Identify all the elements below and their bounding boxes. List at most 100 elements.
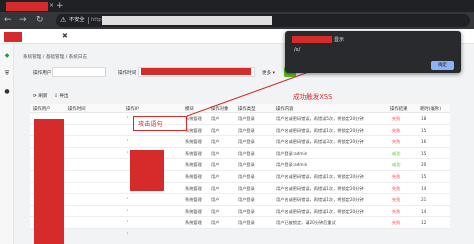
- cell-duration: 14: [421, 185, 427, 191]
- table-row[interactable]: 系统管理 用户 用户登录 用户名或密码错误，再错误1次，将锁定20分钟 失败 15: [30, 124, 450, 137]
- cell-module: 系统管理: [185, 139, 202, 145]
- refresh-button[interactable]: ⟳ 刷新: [33, 93, 48, 99]
- forward-icon[interactable]: →: [19, 14, 27, 27]
- col-content[interactable]: 操作内容: [276, 106, 294, 112]
- cell-type: 用户登录: [238, 174, 255, 179]
- cell-content: 用户登录:admin: [276, 162, 308, 168]
- ip-cell: ': [127, 140, 129, 145]
- tab-close-icon[interactable]: ×: [49, 1, 54, 11]
- table-row[interactable]: 系统管理 用户 用户登录 用户名或密码错误，再错误1次，将锁定20分钟 失败 15: [30, 171, 450, 183]
- cell-content: 用户名或密码错误，再错误1次，将锁定20分钟: [276, 197, 364, 203]
- reload-icon[interactable]: ↻: [36, 14, 44, 27]
- cell-object: 用户: [211, 116, 220, 121]
- operator-input[interactable]: [52, 67, 106, 77]
- cell-object: 用户: [211, 174, 220, 179]
- cell-content: 用户名或密码错误，再错误5次，将锁定20分钟: [276, 116, 364, 121]
- xss-callout-label: 成功触发XSS: [293, 93, 333, 101]
- export-icon: ⇩: [54, 94, 58, 99]
- collapse-menu-icon[interactable]: ✖: [62, 30, 68, 42]
- redacted-tab-title[interactable]: [6, 2, 48, 11]
- shield-icon[interactable]: ⛨: [3, 70, 11, 78]
- table-row[interactable]: 系统管理 用户 用户登录 用户登录:admin 成功 20: [30, 159, 450, 171]
- cell-duration: 18: [421, 116, 427, 121]
- col-object[interactable]: 操作对象: [211, 106, 229, 112]
- cell-object: 用户: [211, 208, 220, 214]
- cell-object: 用户: [211, 220, 220, 226]
- redacted-ip-block: [130, 150, 164, 191]
- cell-object: 用户: [211, 162, 220, 168]
- cell-result: 失败: [392, 116, 401, 121]
- cell-result: 失败: [392, 208, 401, 214]
- cell-object: 用户: [211, 139, 220, 145]
- col-result[interactable]: 操作结果: [390, 106, 408, 112]
- col-time[interactable]: 操作时间: [68, 106, 86, 112]
- more-filters-button[interactable]: 更多 ▾: [262, 70, 275, 76]
- cell-result: 失败: [392, 197, 401, 203]
- cell-type: 用户登录: [238, 150, 255, 156]
- table-row[interactable]: 系统管理 用户 用户登录 用户登录:admin 成功 15: [30, 147, 450, 160]
- cell-content: 用户已被锁定，请20分钟后重试: [276, 220, 336, 226]
- col-duration[interactable]: 耗时(毫秒): [420, 106, 441, 112]
- export-label: 导出: [59, 94, 69, 99]
- cell-object: 用户: [211, 185, 220, 191]
- url-field[interactable]: ⚠ 不安全 http:: [56, 14, 470, 27]
- alert-message: /x/: [294, 47, 301, 53]
- table-row[interactable]: 系统管理 用户 用户登录 用户已被锁定，请20分钟后重试 失败 12: [30, 217, 450, 229]
- cell-duration: 21: [421, 197, 427, 203]
- cell-type: 用户登录: [238, 197, 255, 203]
- refresh-icon: ⟳: [33, 94, 37, 99]
- alert-ok-button[interactable]: 确定: [431, 61, 454, 70]
- cell-content: 用户名或密码错误，再错误3次，将锁定20分钟: [276, 139, 364, 145]
- cell-duration: 16: [421, 139, 427, 145]
- table-row[interactable]: 系统管理 用户 用户登录 用户名或密码错误，再错误1次，将锁定20分钟 失败 14: [30, 182, 450, 195]
- alert-dialog: 显示 /x/ 确定: [285, 31, 461, 73]
- divider: [88, 17, 89, 24]
- cell-result: 失败: [392, 185, 401, 191]
- cell-duration: 15: [421, 127, 427, 133]
- insecure-label[interactable]: 不安全: [69, 14, 85, 27]
- redacted-url: [102, 16, 272, 25]
- redacted-time-range: [141, 68, 251, 75]
- col-operator[interactable]: 操作用户: [33, 106, 51, 112]
- cell-result: 成功: [392, 162, 401, 168]
- redacted-alert-origin: [292, 36, 332, 43]
- cell-type: 用户登录: [238, 185, 255, 191]
- cell-result: 失败: [392, 139, 401, 145]
- cell-duration: 12: [421, 220, 427, 226]
- user-icon[interactable]: ●: [3, 88, 11, 96]
- cell-object: 用户: [211, 127, 220, 133]
- cell-type: 用户登录: [238, 162, 255, 168]
- warning-icon[interactable]: ⚠: [60, 15, 66, 26]
- table-row[interactable]: 系统管理 用户 用户登录 用户名或密码错误，再错误1次，将锁定20分钟 失败 14: [30, 205, 450, 218]
- col-ip[interactable]: 操作IP: [126, 106, 139, 112]
- cell-module: 系统管理: [185, 185, 202, 191]
- cell-module: 系统管理: [185, 220, 202, 226]
- attack-callout-label: 攻击语句: [138, 121, 163, 128]
- table-row[interactable]: 系统管理 用户 用户登录 用户名或密码错误，再错误1次，将锁定20分钟 失败 21: [30, 194, 450, 206]
- export-button[interactable]: ⇩ 导出: [54, 93, 69, 99]
- table-row[interactable]: 系统管理 用户 用户登录 用户名或密码错误，再错误5次，将锁定20分钟 失败 18: [30, 113, 450, 125]
- col-type[interactable]: 操作类型: [238, 106, 256, 112]
- ip-cell: ': [127, 221, 129, 226]
- dashboard-icon[interactable]: ◆: [3, 52, 11, 60]
- cell-content: 用户登录:admin: [276, 150, 308, 156]
- cell-module: 系统管理: [185, 197, 202, 203]
- cell-content: 用户名或密码错误，再错误1次，将锁定20分钟: [276, 185, 364, 191]
- cell-module: 系统管理: [185, 162, 202, 168]
- table-header: 操作用户 操作时间 操作IP 模块 操作对象 操作类型 操作内容 操作结果 耗时…: [30, 104, 450, 113]
- alert-title: 显示: [334, 37, 345, 43]
- ip-cell: ': [127, 117, 129, 122]
- cell-module: 系统管理: [185, 174, 202, 179]
- cell-type: 用户登录: [238, 127, 255, 133]
- table-row[interactable]: 系统管理 用户 用户登录 用户名或密码错误，再错误3次，将锁定20分钟 失败 16: [30, 136, 450, 148]
- ip-cell: ': [127, 210, 129, 215]
- refresh-label: 刷新: [38, 94, 48, 99]
- cell-type: 用户登录: [238, 116, 255, 121]
- cell-type: 用户登录: [238, 208, 255, 214]
- back-icon[interactable]: ←: [4, 14, 12, 27]
- new-tab-icon[interactable]: +: [56, 0, 64, 12]
- redacted-logo: [4, 32, 22, 42]
- col-module[interactable]: 模块: [185, 106, 194, 112]
- cell-content: 用户名或密码错误，再错误1次，将锁定20分钟: [276, 174, 364, 179]
- cell-result: 失败: [392, 174, 401, 179]
